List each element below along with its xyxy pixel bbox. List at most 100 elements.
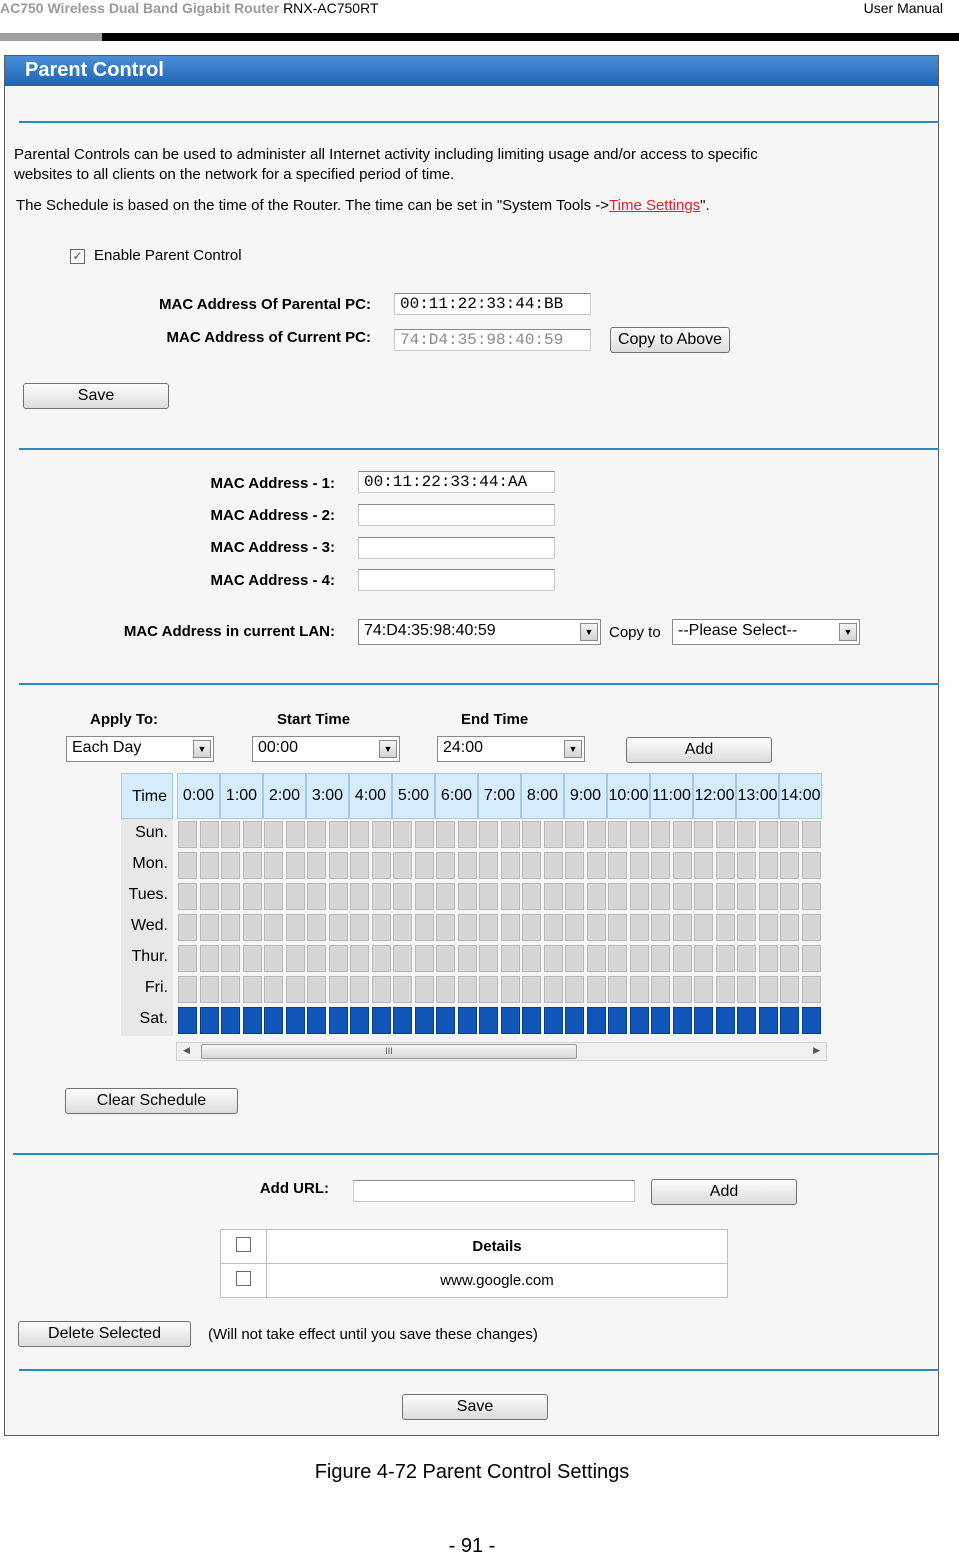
schedule-cell[interactable] bbox=[543, 914, 563, 941]
schedule-cell[interactable] bbox=[500, 1007, 520, 1034]
schedule-cell[interactable] bbox=[500, 883, 520, 910]
schedule-cell[interactable] bbox=[307, 821, 326, 848]
schedule-cell[interactable] bbox=[264, 976, 283, 1003]
schedule-cell[interactable] bbox=[178, 852, 197, 879]
schedule-cell[interactable] bbox=[651, 821, 670, 848]
schedule-cell[interactable] bbox=[328, 945, 348, 972]
schedule-cell[interactable] bbox=[694, 976, 713, 1003]
schedule-cell[interactable] bbox=[285, 821, 305, 848]
schedule-cell[interactable] bbox=[414, 1007, 434, 1034]
schedule-cell[interactable] bbox=[758, 852, 778, 879]
schedule-cell[interactable] bbox=[522, 976, 541, 1003]
schedule-cell[interactable] bbox=[608, 883, 627, 910]
schedule-cell[interactable] bbox=[780, 1007, 799, 1034]
schedule-cell[interactable] bbox=[479, 821, 498, 848]
schedule-cell[interactable] bbox=[565, 883, 584, 910]
schedule-cell[interactable] bbox=[221, 1007, 240, 1034]
schedule-cell[interactable] bbox=[629, 976, 649, 1003]
schedule-cell[interactable] bbox=[651, 852, 670, 879]
schedule-cell[interactable] bbox=[651, 1007, 670, 1034]
schedule-cell[interactable] bbox=[479, 945, 498, 972]
schedule-cell[interactable] bbox=[414, 821, 434, 848]
schedule-cell[interactable] bbox=[199, 883, 219, 910]
schedule-cell[interactable] bbox=[758, 883, 778, 910]
schedule-cell[interactable] bbox=[565, 821, 584, 848]
schedule-cell[interactable] bbox=[436, 1007, 455, 1034]
schedule-cell[interactable] bbox=[780, 914, 799, 941]
schedule-cell[interactable] bbox=[221, 883, 240, 910]
schedule-cell[interactable] bbox=[307, 914, 326, 941]
schedule-cell[interactable] bbox=[608, 914, 627, 941]
chevron-down-icon[interactable]: ▼ bbox=[193, 740, 211, 758]
schedule-cell[interactable] bbox=[715, 945, 735, 972]
schedule-cell[interactable] bbox=[629, 852, 649, 879]
apply-to-select[interactable]: Each Day ▼ bbox=[66, 736, 214, 762]
select-all-checkbox[interactable] bbox=[236, 1237, 251, 1252]
schedule-cell[interactable] bbox=[285, 1007, 305, 1034]
schedule-cell[interactable] bbox=[672, 883, 692, 910]
schedule-cell[interactable] bbox=[479, 852, 498, 879]
schedule-cell[interactable] bbox=[758, 976, 778, 1003]
schedule-cell[interactable] bbox=[199, 1007, 219, 1034]
lan-mac-select[interactable]: 74:D4:35:98:40:59 ▼ bbox=[358, 619, 601, 645]
schedule-cell[interactable] bbox=[436, 821, 455, 848]
schedule-cell[interactable] bbox=[694, 945, 713, 972]
schedule-cell[interactable] bbox=[457, 821, 477, 848]
schedule-cell[interactable] bbox=[801, 976, 821, 1003]
schedule-cell[interactable] bbox=[350, 1007, 369, 1034]
schedule-cell[interactable] bbox=[522, 852, 541, 879]
schedule-cell[interactable] bbox=[500, 852, 520, 879]
schedule-cell[interactable] bbox=[264, 1007, 283, 1034]
schedule-cell[interactable] bbox=[371, 883, 391, 910]
schedule-cell[interactable] bbox=[758, 821, 778, 848]
schedule-cell[interactable] bbox=[393, 945, 412, 972]
schedule-cell[interactable] bbox=[285, 883, 305, 910]
schedule-cell[interactable] bbox=[715, 821, 735, 848]
schedule-cell[interactable] bbox=[672, 914, 692, 941]
url-add-button[interactable]: Add bbox=[651, 1179, 797, 1205]
schedule-cell[interactable] bbox=[629, 883, 649, 910]
schedule-cell[interactable] bbox=[758, 945, 778, 972]
schedule-cell[interactable] bbox=[178, 914, 197, 941]
schedule-cell[interactable] bbox=[801, 852, 821, 879]
schedule-cell[interactable] bbox=[608, 821, 627, 848]
schedule-cell[interactable] bbox=[178, 883, 197, 910]
schedule-cell[interactable] bbox=[500, 821, 520, 848]
schedule-cell[interactable] bbox=[479, 883, 498, 910]
schedule-cell[interactable] bbox=[436, 852, 455, 879]
schedule-cell[interactable] bbox=[479, 1007, 498, 1034]
schedule-cell[interactable] bbox=[737, 821, 756, 848]
schedule-cell[interactable] bbox=[672, 821, 692, 848]
schedule-cell[interactable] bbox=[780, 852, 799, 879]
schedule-cell[interactable] bbox=[264, 945, 283, 972]
schedule-cell[interactable] bbox=[350, 976, 369, 1003]
schedule-cell[interactable] bbox=[651, 945, 670, 972]
schedule-cell[interactable] bbox=[543, 852, 563, 879]
copy-to-above-button[interactable]: Copy to Above bbox=[610, 327, 730, 353]
schedule-cell[interactable] bbox=[651, 914, 670, 941]
clear-schedule-button[interactable]: Clear Schedule bbox=[65, 1088, 238, 1114]
schedule-cell[interactable] bbox=[737, 914, 756, 941]
schedule-cell[interactable] bbox=[522, 914, 541, 941]
schedule-cell[interactable] bbox=[758, 914, 778, 941]
schedule-cell[interactable] bbox=[371, 1007, 391, 1034]
schedule-cell[interactable] bbox=[393, 821, 412, 848]
schedule-cell[interactable] bbox=[414, 945, 434, 972]
schedule-cell[interactable] bbox=[500, 945, 520, 972]
schedule-cell[interactable] bbox=[715, 976, 735, 1003]
schedule-cell[interactable] bbox=[801, 883, 821, 910]
schedule-cell[interactable] bbox=[457, 976, 477, 1003]
schedule-cell[interactable] bbox=[586, 914, 606, 941]
schedule-cell[interactable] bbox=[801, 914, 821, 941]
end-time-select[interactable]: 24:00 ▼ bbox=[437, 736, 585, 762]
chevron-down-icon[interactable]: ▼ bbox=[580, 623, 598, 641]
schedule-cell[interactable] bbox=[328, 976, 348, 1003]
schedule-cell[interactable] bbox=[242, 1007, 262, 1034]
schedule-cell[interactable] bbox=[543, 821, 563, 848]
schedule-cell[interactable] bbox=[350, 914, 369, 941]
schedule-cell[interactable] bbox=[414, 883, 434, 910]
schedule-cell[interactable] bbox=[457, 914, 477, 941]
schedule-cell[interactable] bbox=[522, 821, 541, 848]
schedule-cell[interactable] bbox=[672, 945, 692, 972]
schedule-cell[interactable] bbox=[307, 945, 326, 972]
